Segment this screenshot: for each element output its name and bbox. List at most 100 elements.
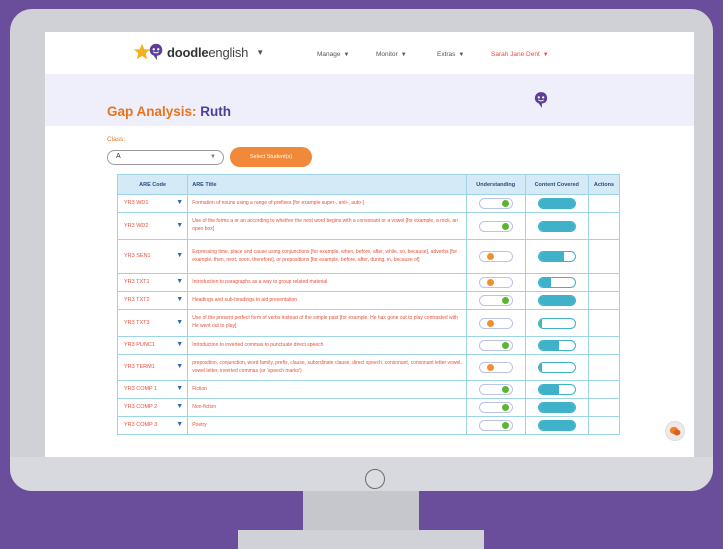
row-expand-triangle-icon[interactable]: ▼ — [176, 362, 183, 373]
actions-cell[interactable] — [587, 212, 621, 240]
understanding-cell — [465, 336, 526, 355]
understanding-knob — [501, 422, 509, 429]
content-covered-fill — [538, 221, 575, 231]
understanding-cell — [465, 212, 526, 240]
nav-extras[interactable]: Extras ▼ — [437, 51, 464, 58]
are-title-cell: Formation of nouns using a range of pref… — [187, 194, 467, 213]
row-expand-triangle-icon[interactable]: ▼ — [176, 277, 183, 288]
header-are-title: ARE Title — [187, 174, 467, 195]
table-row: YR3 PUNC1 ▼ Introduction to inverted comma… — [116, 336, 621, 355]
understanding-cell — [465, 239, 526, 274]
chat-bubble-icon[interactable] — [665, 421, 685, 441]
chevron-down-icon[interactable]: ▼ — [256, 48, 264, 57]
content-covered-fill — [538, 296, 575, 305]
actions-cell[interactable] — [587, 239, 621, 274]
content-covered-fill — [538, 421, 575, 430]
content-covered-cell — [524, 309, 589, 337]
are-title-cell: Use of the forms a or an according to wh… — [187, 212, 467, 240]
app-screen: doodleenglish ▼ Manage ▼ Monitor ▼ Extras ▼… — [45, 32, 694, 457]
header-actions: Actions — [587, 174, 621, 195]
are-code-cell[interactable]: YR3 SEN1 ▼ — [116, 239, 189, 274]
table-row: YR3 COMP 3 ▼ Poetry — [116, 416, 621, 435]
doodle-face-icon — [149, 43, 163, 61]
chevron-down-icon: ▼ — [458, 52, 465, 58]
actions-cell[interactable] — [587, 194, 621, 213]
table-row: YR3 COMP 2 ▼ Non-fiction — [116, 398, 621, 417]
table-row: YR3 WD2 ▼ Use of the forms a or an accordi… — [116, 212, 621, 240]
are-code-cell[interactable]: YR3 WD2 ▼ — [116, 212, 189, 240]
understanding-cell — [465, 194, 526, 213]
content-covered-bar — [537, 362, 576, 373]
actions-cell[interactable] — [587, 380, 621, 399]
are-code: YR3 WD1 — [124, 200, 149, 207]
understanding-toggle[interactable] — [478, 402, 513, 413]
chevron-down-icon: ▼ — [400, 52, 407, 58]
are-code-cell[interactable]: YR3 COMP 3 ▼ — [116, 416, 189, 435]
row-expand-triangle-icon[interactable]: ▼ — [176, 221, 183, 232]
content-covered-cell — [524, 273, 589, 292]
row-expand-triangle-icon[interactable]: ▼ — [176, 420, 183, 431]
row-expand-triangle-icon[interactable]: ▼ — [176, 251, 183, 262]
are-code-cell[interactable]: YR3 TERM1 ▼ — [116, 354, 189, 381]
understanding-toggle[interactable] — [478, 362, 513, 373]
row-expand-triangle-icon[interactable]: ▼ — [176, 384, 183, 395]
row-expand-triangle-icon[interactable]: ▼ — [176, 198, 183, 209]
chevron-down-icon: ▼ — [343, 52, 350, 58]
are-code: YR3 COMP 3 — [124, 422, 158, 429]
are-title-cell: Introduction to inverted commas to punct… — [187, 336, 467, 355]
row-expand-triangle-icon[interactable]: ▼ — [176, 318, 183, 329]
nav-manage[interactable]: Manage ▼ — [317, 51, 349, 58]
nav-user-menu[interactable]: Sarah Jane Dent ▼ — [491, 51, 549, 58]
understanding-toggle[interactable] — [478, 220, 513, 232]
content-covered-bar — [537, 251, 576, 262]
content-covered-bar — [537, 340, 576, 351]
understanding-toggle[interactable] — [478, 340, 513, 351]
are-code-cell[interactable]: YR3 COMP 1 ▼ — [116, 380, 189, 399]
table-row: YR3 WD1 ▼ Formation of nouns using a range… — [116, 194, 621, 213]
actions-cell[interactable] — [587, 354, 621, 381]
understanding-knob — [501, 200, 509, 207]
actions-cell[interactable] — [587, 309, 621, 337]
content-covered-fill — [538, 341, 559, 350]
are-code-cell[interactable]: YR3 TXT3 ▼ — [116, 309, 189, 337]
understanding-toggle[interactable] — [478, 420, 513, 431]
content-covered-bar — [537, 277, 576, 288]
are-code-cell[interactable]: YR3 TXT2 ▼ — [116, 291, 189, 310]
header-content-covered: Content Covered — [524, 174, 589, 195]
header-understanding: Understanding — [465, 174, 526, 195]
row-expand-triangle-icon[interactable]: ▼ — [176, 295, 183, 306]
content-covered-bar — [537, 295, 576, 306]
are-code-cell[interactable]: YR3 WD1 ▼ — [116, 194, 189, 213]
understanding-knob — [501, 297, 509, 304]
content-covered-bar — [537, 420, 576, 431]
row-expand-triangle-icon[interactable]: ▼ — [176, 340, 183, 351]
actions-cell[interactable] — [587, 398, 621, 417]
row-expand-triangle-icon[interactable]: ▼ — [176, 402, 183, 413]
are-code-cell[interactable]: YR3 COMP 2 ▼ — [116, 398, 189, 417]
understanding-toggle[interactable] — [478, 277, 513, 288]
are-title-cell: Non-fiction — [187, 398, 467, 417]
understanding-cell — [465, 398, 526, 417]
power-button-icon — [365, 469, 385, 489]
actions-cell[interactable] — [587, 273, 621, 292]
understanding-toggle[interactable] — [478, 295, 513, 306]
select-students-button[interactable]: Select Student(s) — [230, 147, 312, 167]
understanding-knob — [486, 364, 494, 371]
nav-monitor[interactable]: Monitor ▼ — [376, 51, 407, 58]
content-covered-cell — [524, 380, 589, 399]
understanding-toggle[interactable] — [478, 384, 513, 395]
are-code-cell[interactable]: YR3 PUNC1 ▼ — [116, 336, 189, 355]
understanding-toggle[interactable] — [478, 251, 513, 262]
actions-cell[interactable] — [587, 291, 621, 310]
actions-cell[interactable] — [587, 336, 621, 355]
understanding-toggle[interactable] — [478, 317, 513, 329]
understanding-cell — [465, 416, 526, 435]
class-select[interactable]: A ▼ — [107, 150, 224, 165]
are-code-cell[interactable]: YR3 TXT1 ▼ — [116, 273, 189, 292]
understanding-toggle[interactable] — [478, 198, 513, 209]
content-covered-fill — [538, 385, 559, 394]
actions-cell[interactable] — [587, 416, 621, 435]
are-code: YR3 SEN1 — [124, 253, 151, 260]
understanding-cell — [465, 380, 526, 399]
brand-logo[interactable]: doodleenglish ▼ — [133, 43, 264, 61]
